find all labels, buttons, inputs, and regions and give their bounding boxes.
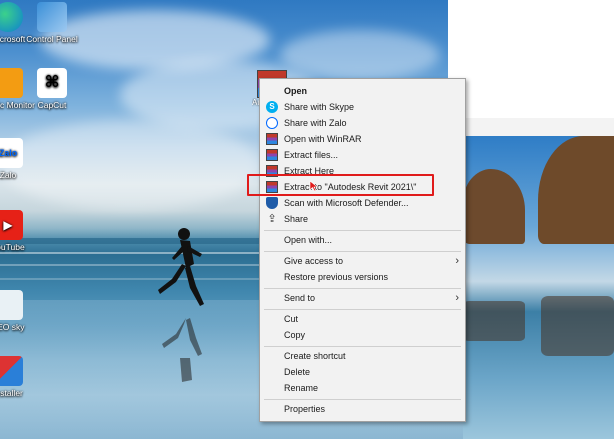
desktop-icon-label: Control Panel (26, 34, 78, 44)
menu-item-label: Create shortcut (284, 351, 346, 361)
desktop-icon-label: CapCut (37, 100, 67, 110)
desktop-icon-zalo[interactable]: Zalo Zalo (0, 138, 38, 180)
explorer-window (448, 0, 614, 120)
menu-item-label: Share with Zalo (284, 118, 347, 128)
menu-item-open[interactable]: Open (260, 83, 465, 99)
runner-silhouette (158, 228, 204, 306)
desktop-icon-capcut[interactable]: ⌘ CapCut (22, 68, 82, 110)
menu-item-share-with-zalo[interactable]: Share with Zalo (260, 115, 465, 131)
window-preview-image (463, 136, 614, 439)
menu-item-share[interactable]: ⇪ Share (260, 211, 465, 227)
youtube-icon: ▶ (0, 210, 23, 240)
menu-item-label: Rename (284, 383, 319, 393)
winrar-icon (266, 149, 278, 161)
context-menu: Open S Share with Skype Share with Zalo … (259, 78, 466, 422)
desktop-icon-control-panel[interactable]: Control Panel (22, 2, 82, 44)
menu-item-label: Share with Skype (284, 102, 355, 112)
desktop-icon-installer[interactable]: Installer (0, 356, 38, 398)
menu-item-send-to[interactable]: Send to › (260, 290, 465, 306)
menu-item-open-with[interactable]: Open with... (260, 232, 465, 248)
desktop-icon-label: Zalo (0, 170, 17, 180)
highlight-box (247, 174, 434, 196)
desktop-icon-label: Installer (0, 388, 23, 398)
menu-item-label: Properties (284, 404, 326, 414)
rock-reflection (463, 301, 525, 341)
capcut-icon: ⌘ (37, 68, 67, 98)
menu-separator (264, 230, 461, 231)
menu-item-label: Extract files... (284, 150, 339, 160)
desktop-icon-label: SEO sky (0, 322, 25, 332)
menu-item-scan-with-defender[interactable]: Scan with Microsoft Defender... (260, 195, 465, 211)
menu-item-properties[interactable]: Properties (260, 401, 465, 417)
desktop-icon-label: YouTube (0, 242, 25, 252)
menu-item-label: Restore previous versions (284, 272, 389, 282)
window-titlebar[interactable] (463, 118, 614, 137)
menu-item-label: Open with WinRAR (284, 134, 362, 144)
menu-separator (264, 288, 461, 289)
menu-item-delete[interactable]: Delete (260, 364, 465, 380)
desktop-icon-youtube[interactable]: ▶ YouTube (0, 210, 38, 252)
mouse-cursor-icon (309, 180, 319, 192)
defender-shield-icon (266, 197, 278, 209)
menu-separator (264, 251, 461, 252)
menu-item-share-with-skype[interactable]: S Share with Skype (260, 99, 465, 115)
chevron-right-icon: › (455, 255, 459, 267)
menu-item-cut[interactable]: Cut (260, 311, 465, 327)
menu-separator (264, 346, 461, 347)
menu-separator (264, 309, 461, 310)
cloud (280, 30, 440, 80)
edge-icon (0, 2, 23, 32)
menu-item-create-shortcut[interactable]: Create shortcut (260, 348, 465, 364)
menu-item-restore-previous-versions[interactable]: Restore previous versions (260, 269, 465, 285)
chevron-right-icon: › (455, 292, 459, 304)
menu-item-extract-files[interactable]: Extract files... (260, 147, 465, 163)
menu-item-label: Delete (284, 367, 311, 377)
menu-item-open-with-winrar[interactable]: Open with WinRAR (260, 131, 465, 147)
zalo-icon: Zalo (0, 138, 23, 168)
seo-sky-icon (0, 290, 23, 320)
share-icon: ⇪ (267, 213, 277, 225)
menu-item-label: Send to (284, 293, 316, 303)
control-panel-icon (37, 2, 67, 32)
menu-item-label: Give access to (284, 256, 344, 266)
winrar-icon (266, 133, 278, 145)
menu-item-give-access-to[interactable]: Give access to › (260, 253, 465, 269)
menu-item-rename[interactable]: Rename (260, 380, 465, 396)
menu-item-label: Scan with Microsoft Defender... (284, 198, 409, 208)
cloud (0, 120, 260, 210)
installer-icon (0, 356, 23, 386)
desktop-icon-seo-sky[interactable]: SEO sky (0, 290, 38, 332)
skype-icon: S (266, 101, 278, 113)
zalo-icon (266, 117, 278, 129)
menu-item-label: Copy (284, 330, 306, 340)
menu-item-label: Cut (284, 314, 299, 324)
menu-item-copy[interactable]: Copy (260, 327, 465, 343)
menu-separator (264, 399, 461, 400)
menu-item-label: Open with... (284, 235, 333, 245)
menu-item-label: Open (284, 86, 308, 96)
traffic-monitor-icon (0, 68, 23, 98)
cliff-reflection (541, 296, 614, 356)
runner-reflection (162, 318, 202, 382)
menu-item-label: Share (284, 214, 309, 224)
